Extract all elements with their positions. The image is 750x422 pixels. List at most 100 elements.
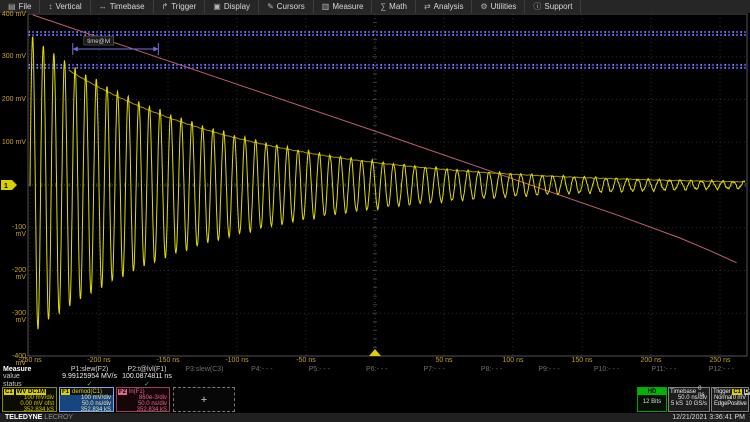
brand-light: LECROY	[44, 414, 73, 421]
measure-param-value-p3	[176, 373, 233, 380]
measure-table: MeasureP1:slew(F2)P2:t@lvl(F1)P3:slew(C3…	[0, 366, 750, 388]
math-icon: ∑	[380, 2, 386, 11]
analysis-icon: ⇄	[424, 2, 431, 11]
x-tick-label: 50 ns	[435, 357, 452, 364]
f2-ln-trace	[33, 15, 737, 263]
menu-item-label: Display	[224, 2, 250, 11]
measure-param-status-p9	[520, 381, 577, 388]
brand-logo: TELEDYNE LECROY	[5, 414, 73, 421]
x-tick-label: -100 ns	[225, 357, 248, 364]
menu-item-trigger[interactable]: ↱Trigger	[154, 0, 206, 13]
measure-param-header-p2[interactable]: P2:t@lvl(F1)	[118, 366, 175, 373]
brand-bold: TELEDYNE	[5, 414, 42, 421]
y-tick-label: 400 mV	[0, 11, 26, 18]
trigger-slope: Positive	[727, 401, 746, 407]
plus-icon: +	[201, 397, 207, 403]
measure-param-status-p6	[348, 381, 405, 388]
menu-item-cursors[interactable]: ✎Cursors	[259, 0, 314, 13]
measure-param-header-p6[interactable]: P6:- - -	[348, 366, 405, 373]
f1-function: demod(C1)	[72, 389, 102, 395]
menu-item-math[interactable]: ∑Math	[372, 0, 416, 13]
timebase-title: Timebase	[670, 389, 696, 395]
menu-item-utilities[interactable]: ⚙Utilities	[472, 0, 525, 13]
measure-param-header-p11[interactable]: P11:- - -	[635, 366, 692, 373]
waveform-grid: time@lvl1	[0, 13, 750, 358]
measure-row-label: Measure	[0, 366, 61, 373]
x-tick-label: -50 ns	[296, 357, 315, 364]
measure-param-header-p3[interactable]: P3:slew(C3)	[176, 366, 233, 373]
trigger-type: Edge	[714, 401, 727, 407]
menu-item-display[interactable]: ▣Display	[205, 0, 259, 13]
measure-param-value-p2: 100.0874811 ns	[118, 373, 175, 380]
y-tick-label: -200 mV	[0, 267, 26, 281]
measure-param-value-p12	[693, 373, 750, 380]
measure-param-status-p10	[578, 381, 635, 388]
measure-param-header-p9[interactable]: P9:- - -	[520, 366, 577, 373]
menu-item-label: Utilities	[491, 2, 517, 11]
menu-item-label: Analysis	[434, 2, 464, 11]
menu-item-analysis[interactable]: ⇄Analysis	[416, 0, 473, 13]
measure-param-header-p8[interactable]: P8:- - -	[463, 366, 520, 373]
measure-param-value-p10	[578, 373, 635, 380]
measure-param-header-p10[interactable]: P10:- - -	[578, 366, 635, 373]
x-tick-label: -250 ns	[18, 357, 41, 364]
measure-row-value: value9.99125954 MV/s100.0874811 ns	[0, 373, 750, 380]
measure-param-header-p4[interactable]: P4:- - -	[233, 366, 290, 373]
math-descriptor-f2[interactable]: F2 ln(F1) 860e-3/div 50.0 ns/div 352.834…	[116, 387, 170, 412]
x-tick-label: 150 ns	[571, 357, 592, 364]
timebase-samplerate: 10 GS/s	[685, 401, 707, 407]
hd-bits: 12 Bits	[638, 399, 666, 405]
menu-item-label: Math	[389, 2, 407, 11]
channel-descriptor-c1[interactable]: C1 WV DC1M 100 mV/div 0.00 mV ofst 352.8…	[2, 387, 57, 412]
time-axis-labels: -250 ns -200 ns -150 ns -100 ns -50 ns 50 ns 1…	[0, 357, 750, 366]
menu-item-measure[interactable]: ▥Measure	[314, 0, 373, 13]
menu-item-timebase[interactable]: ↔Timebase	[91, 0, 154, 13]
datetime-label: 12/21/2021 3:36:41 PM	[672, 414, 745, 421]
x-tick-label: -150 ns	[156, 357, 179, 364]
measure-param-value-p5	[291, 373, 348, 380]
measure-param-status-p7	[405, 381, 462, 388]
measure-row-label: value	[0, 373, 61, 380]
cursors-icon: ✎	[267, 2, 274, 11]
hd-mode-box[interactable]: HD 12 Bits	[637, 387, 667, 412]
y-tick-label: -100 mV	[0, 224, 26, 238]
y-tick-label: 200 mV	[0, 96, 26, 103]
measure-param-value-p1: 9.99125954 MV/s	[61, 373, 118, 380]
y-tick-label: -300 mV	[0, 310, 26, 324]
menu-item-label: Cursors	[277, 2, 305, 11]
trigger-title: Trigger	[713, 389, 730, 395]
x-tick-label: 200 ns	[640, 357, 661, 364]
menu-item-vertical[interactable]: ↕Vertical	[40, 0, 90, 13]
measure-param-value-p9	[520, 373, 577, 380]
trigger-time-marker[interactable]	[369, 349, 381, 356]
display-icon: ▣	[213, 2, 221, 11]
arrow-left-icon	[73, 47, 78, 52]
trigger-descriptor[interactable]: Trigger C1 DC Normal 0 mV Edge Positive	[711, 387, 749, 412]
add-trace-button[interactable]: +	[173, 387, 235, 412]
vertical-icon: ↕	[48, 2, 52, 11]
x-tick-label: 100 ns	[502, 357, 523, 364]
y-tick-label: 300 mV	[0, 53, 26, 60]
measure-row-measure: MeasureP1:slew(F2)P2:t@lvl(F1)P3:slew(C3…	[0, 366, 750, 373]
f2-function: ln(F1)	[129, 389, 145, 395]
timebase-descriptor[interactable]: Timebase 0 ns 50.0 ns/div 5 kS 10 GS/s	[668, 387, 710, 412]
measure-param-header-p5[interactable]: P5:- - -	[291, 366, 348, 373]
menu-item-label: Timebase	[110, 2, 145, 11]
measure-param-value-p8	[463, 373, 520, 380]
channel-id-label: C1	[4, 389, 14, 395]
measure-param-header-p7[interactable]: P7:- - -	[405, 366, 462, 373]
measure-param-header-p12[interactable]: P12:- - -	[693, 366, 750, 373]
support-icon: ⓘ	[533, 1, 541, 12]
measure-param-value-p7	[405, 373, 462, 380]
menu-item-label: Support	[544, 2, 572, 11]
measure-param-header-p1[interactable]: P1:slew(F2)	[61, 366, 118, 373]
x-tick-label: -200 ns	[87, 357, 110, 364]
c1-waveform-trace	[30, 37, 745, 329]
menu-item-support[interactable]: ⓘSupport	[525, 0, 581, 13]
y-tick-label: 100 mV	[0, 139, 26, 146]
math-descriptor-f1[interactable]: F1 demod(C1) 100 mV/div 50.0 ns/div 352.…	[59, 387, 114, 412]
f2-id-label: F2	[118, 389, 127, 395]
x-tick-label: 250 ns	[709, 357, 730, 364]
arrow-right-icon	[153, 47, 158, 52]
menu-item-label: Measure	[332, 2, 363, 11]
